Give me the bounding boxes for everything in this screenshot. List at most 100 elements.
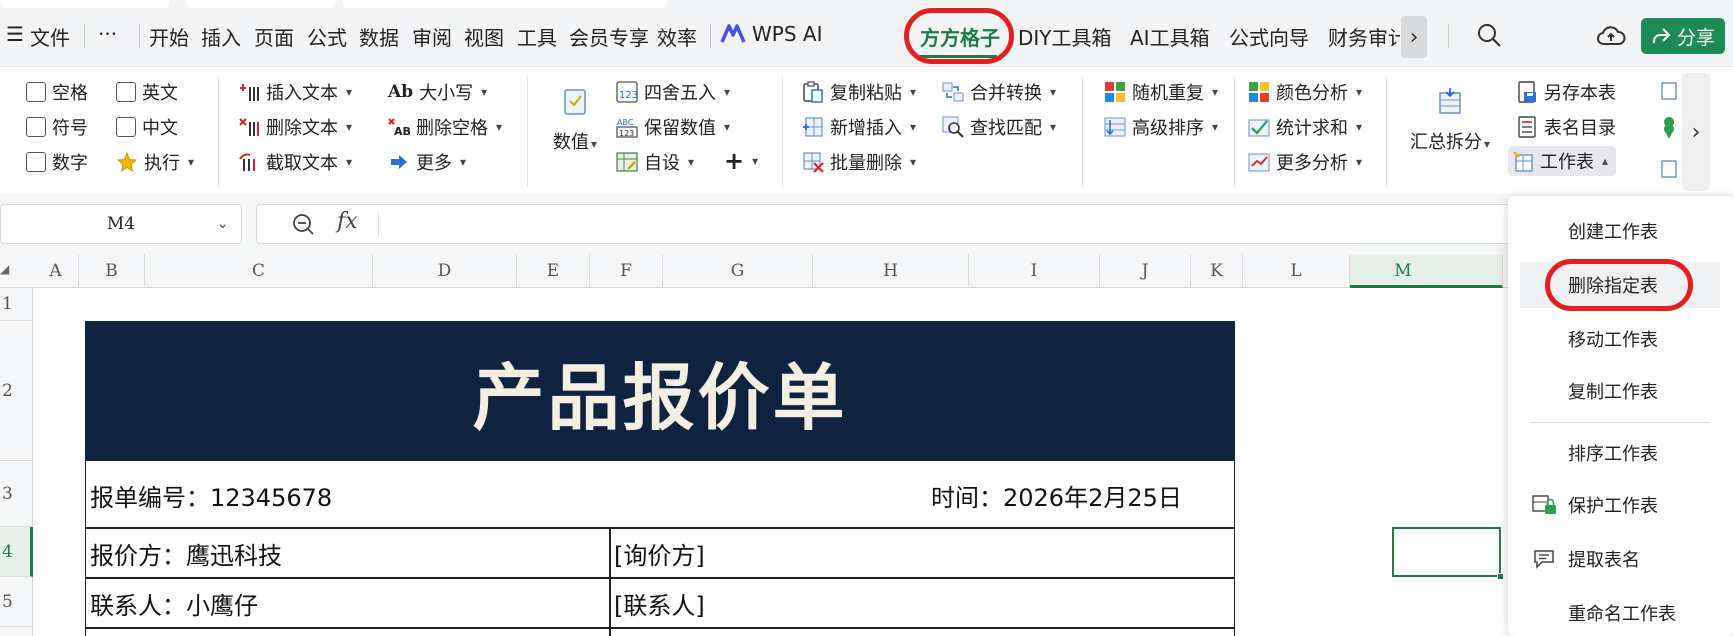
row-header[interactable]: 2 (0, 321, 33, 461)
column-header-active[interactable]: M (1350, 254, 1503, 288)
tab-formula-guide[interactable]: 公式向导 (1229, 22, 1309, 51)
contact-placeholder[interactable]: [联系人] (614, 586, 705, 621)
column-header[interactable]: G (663, 254, 813, 288)
tab-diy[interactable]: DIY工具箱 (1018, 22, 1112, 51)
menu-more[interactable]: ··· (98, 22, 117, 46)
menu-item-create-sheet[interactable]: 创建工作表 (1508, 208, 1733, 254)
tab-formula[interactable]: 公式 (307, 22, 347, 51)
quote-time[interactable]: 时间：2026年2月25日 (931, 478, 1182, 513)
ribbon-scroll-right-icon[interactable]: › (1682, 73, 1710, 191)
checkbox-space[interactable]: 空格 (26, 79, 88, 105)
row-header-active[interactable]: 4 (0, 527, 33, 577)
sheet-directory-button[interactable]: 表名目录 (1516, 114, 1616, 140)
tab-efficiency[interactable]: 效率 (657, 22, 697, 51)
batch-delete-button[interactable]: 批量删除 ▾ (802, 149, 916, 175)
selected-cell[interactable] (1392, 527, 1501, 577)
more-button[interactable]: 更多 ▾ (388, 149, 466, 175)
document-tab-active[interactable] (342, 0, 668, 8)
menu-item-sort-sheet[interactable]: 排序工作表 (1508, 430, 1733, 476)
tab-view[interactable]: 视图 (464, 22, 504, 51)
tab-insert[interactable]: 插入 (201, 22, 241, 51)
custom-button[interactable]: 自设 ▾ (616, 149, 694, 175)
document-tab[interactable] (0, 0, 170, 8)
round-button[interactable]: 123 四舍五入 ▾ (616, 79, 730, 105)
menu-item-copy-sheet[interactable]: 复制工作表 (1508, 368, 1733, 414)
tab-ai-box[interactable]: AI工具箱 (1130, 22, 1210, 51)
tab-fangfang[interactable]: 方方格子 (920, 22, 1000, 51)
checkbox-symbol[interactable]: 符号 (26, 114, 88, 140)
tab-page[interactable]: 页面 (254, 22, 294, 51)
tab-member[interactable]: 会员专享 (569, 22, 649, 51)
column-header[interactable]: J (1100, 254, 1191, 288)
fill-handle[interactable] (1497, 573, 1504, 580)
column-header[interactable]: E (517, 254, 590, 288)
add-button[interactable]: + ▾ (724, 147, 758, 175)
chevron-down-icon[interactable]: ⌄ (216, 214, 229, 232)
row-header[interactable]: 1 (0, 288, 33, 321)
worksheet-button[interactable]: 工作表 ▴ (1508, 146, 1617, 176)
quote-number[interactable]: 报单编号：12345678 (90, 478, 332, 513)
column-header[interactable]: L (1243, 254, 1350, 288)
tabs-scroll-right-icon[interactable]: › (1401, 16, 1427, 58)
tab-finance[interactable]: 财务审计 (1328, 22, 1400, 51)
menu-item-move-sheet[interactable]: 移动工作表 (1508, 316, 1733, 362)
keep-value-button[interactable]: ABC 123 保留数值 ▾ (616, 114, 730, 140)
delete-space-button[interactable]: AB 删除空格 ▾ (388, 114, 502, 140)
name-box[interactable]: M4 ⌄ (0, 204, 242, 244)
checkbox-chinese[interactable]: 中文 (116, 114, 178, 140)
formula-bar: M4 ⌄ fx (0, 194, 1733, 254)
search-icon[interactable] (1476, 22, 1502, 48)
column-header[interactable]: C (145, 254, 373, 288)
zoom-icon[interactable] (291, 212, 315, 236)
menu-item-protect-sheet[interactable]: 保护工作表 (1508, 482, 1733, 528)
menu-item-extract-name[interactable]: 提取表名 (1508, 536, 1733, 582)
execute-button[interactable]: 执行 ▾ (116, 149, 194, 175)
sheet-title[interactable]: 产品报价单 (85, 321, 1235, 461)
select-all-icon[interactable]: ◢ (0, 262, 9, 276)
stat-sum-button[interactable]: 统计求和 ▾ (1248, 114, 1362, 140)
tab-tools[interactable]: 工具 (517, 22, 557, 51)
find-match-button[interactable]: 查找匹配 ▾ (942, 114, 1056, 140)
menu-item-delete-sheet[interactable]: 删除指定表 (1520, 262, 1720, 308)
document-tab[interactable] (186, 0, 336, 8)
merge-convert-button[interactable]: 合并转换 ▾ (942, 79, 1056, 105)
share-button[interactable]: 分享 (1641, 18, 1725, 54)
tab-data[interactable]: 数据 (359, 22, 399, 51)
column-header[interactable]: D (373, 254, 517, 288)
tab-wps-ai[interactable]: WPS AI (720, 22, 822, 46)
row-header[interactable]: 5 (0, 577, 33, 627)
summary-split-button[interactable]: 汇总拆分 ▾ (1404, 87, 1496, 154)
insert-text-button[interactable]: 插入文本 ▾ (238, 79, 352, 105)
color-analysis-button[interactable]: 颜色分析 ▾ (1248, 79, 1362, 105)
inquirer[interactable]: [询价方] (614, 536, 705, 571)
copy-paste-button[interactable]: 复制粘贴 ▾ (802, 79, 916, 105)
new-insert-button[interactable]: 新增插入 ▾ (802, 114, 916, 140)
column-header[interactable]: I (969, 254, 1100, 288)
menu-file[interactable]: 文件 (30, 22, 70, 51)
extract-text-button[interactable]: 截取文本 ▾ (238, 149, 352, 175)
chevron-down-icon: ▾ (688, 155, 695, 169)
column-header[interactable]: K (1191, 254, 1243, 288)
menu-item-rename-sheet[interactable]: 重命名工作表 (1508, 590, 1733, 636)
case-button[interactable]: Ab 大小写 ▾ (388, 79, 487, 105)
value-button[interactable]: 数值 ▾ (544, 87, 606, 154)
advanced-sort-button[interactable]: 高级排序 ▾ (1104, 114, 1218, 140)
save-as-sheet-button[interactable]: 另存本表 (1516, 79, 1616, 105)
column-header[interactable]: F (590, 254, 663, 288)
tab-home[interactable]: 开始 (149, 22, 189, 51)
cloud-upload-icon[interactable] (1596, 22, 1626, 48)
column-header[interactable]: A (33, 254, 79, 288)
row-header[interactable]: 3 (0, 461, 33, 527)
delete-text-button[interactable]: 删除文本 ▾ (238, 114, 352, 140)
checkbox-english[interactable]: 英文 (116, 79, 178, 105)
quoter[interactable]: 报价方：鹰迅科技 (90, 536, 282, 571)
tab-review[interactable]: 审阅 (412, 22, 452, 51)
column-header[interactable]: B (79, 254, 145, 288)
fx-icon[interactable]: fx (337, 209, 358, 234)
checkbox-number[interactable]: 数字 (26, 149, 88, 175)
random-repeat-button[interactable]: 随机重复 ▾ (1104, 79, 1218, 105)
column-header[interactable]: H (813, 254, 969, 288)
hamburger-icon[interactable]: ☰ (6, 22, 24, 46)
more-analysis-button[interactable]: 更多分析 ▾ (1248, 149, 1362, 175)
contact[interactable]: 联系人：小鹰仔 (90, 586, 258, 621)
